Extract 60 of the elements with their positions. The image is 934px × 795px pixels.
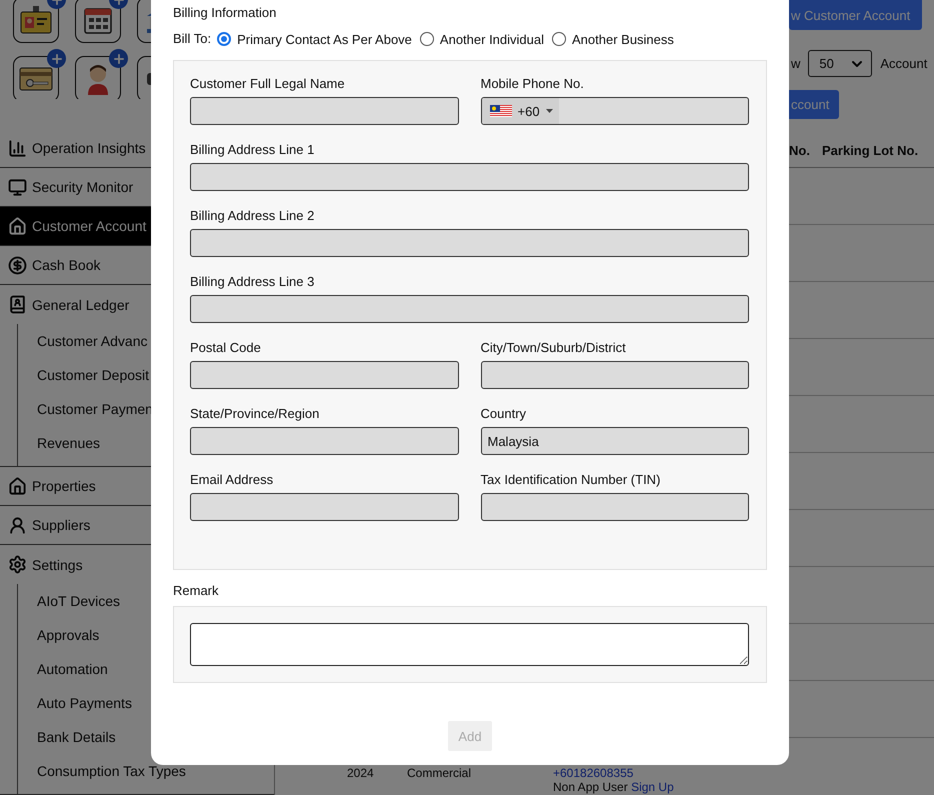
- page-size-select[interactable]: 50: [808, 50, 872, 77]
- input-field[interactable]: [190, 493, 458, 521]
- phone-link[interactable]: +60182608355: [553, 766, 934, 780]
- dial-code-select[interactable]: +60: [482, 98, 559, 124]
- settings-icon: [8, 555, 27, 574]
- input-field[interactable]: [190, 427, 458, 455]
- bill-to-label: Bill To:: [173, 30, 212, 48]
- house-icon: [8, 216, 27, 236]
- dollar-icon: [8, 256, 27, 274]
- ledger-book-icon: [8, 295, 27, 314]
- show-label: w: [791, 56, 800, 71]
- radio-icon[interactable]: [217, 32, 232, 46]
- radio-option[interactable]: Another Business: [552, 32, 674, 46]
- field-label: Tax Identification Number (TIN): [480, 471, 662, 489]
- column-header: Parking Lot No.: [822, 143, 920, 158]
- input-field[interactable]: [190, 97, 458, 125]
- page-size-suffix: Account: [880, 56, 928, 71]
- radio-icon[interactable]: [420, 32, 434, 46]
- input-field[interactable]: [480, 361, 749, 389]
- phone-field[interactable]: +60: [480, 97, 749, 125]
- shortcut-tile[interactable]: [13, 56, 59, 99]
- table-cell-text: Commercial: [407, 766, 472, 780]
- id-badge-icon: [20, 6, 52, 34]
- monitor-icon: [8, 178, 27, 196]
- caret-icon: [546, 109, 553, 113]
- sign-up-link[interactable]: Sign Up: [631, 780, 674, 794]
- key-card-icon: [19, 67, 53, 91]
- plus-icon: [47, 49, 66, 68]
- shortcut-tile[interactable]: [75, 56, 121, 99]
- field-label: City/Town/Suburb/District: [480, 339, 627, 357]
- remark-field[interactable]: [190, 623, 749, 666]
- flag-icon: [490, 105, 512, 117]
- input-field[interactable]: Malaysia: [480, 427, 749, 455]
- shortcut-tile[interactable]: [75, 0, 121, 43]
- radio-option[interactable]: Primary Contact As Per Above: [217, 32, 412, 46]
- field-label: Country: [480, 405, 528, 423]
- input-field[interactable]: [480, 493, 749, 521]
- bar-chart-icon: [8, 138, 27, 158]
- column-header: No.: [789, 143, 811, 158]
- field-label: Postal Code: [190, 339, 262, 357]
- person-icon: [8, 516, 27, 534]
- input-field[interactable]: [190, 361, 458, 389]
- input-field[interactable]: [190, 163, 749, 191]
- field-label: State/Province/Region: [190, 405, 320, 423]
- app-status: Non App User: [553, 780, 628, 794]
- plus-icon: [109, 49, 128, 68]
- field-label: Customer Full Legal Name: [190, 75, 346, 93]
- field-label: Email Address: [190, 471, 274, 489]
- house-icon: [8, 476, 27, 496]
- radio-icon[interactable]: [552, 32, 566, 46]
- shortcut-tile[interactable]: [13, 0, 59, 43]
- new-account-button[interactable]: w Customer Account: [789, 0, 922, 30]
- input-field[interactable]: [190, 295, 749, 323]
- section-title: Billing Information: [173, 4, 278, 22]
- table-cell-text: 2024: [347, 766, 375, 780]
- field-label: Mobile Phone No.: [480, 75, 585, 93]
- input-field[interactable]: [190, 229, 749, 257]
- account-button[interactable]: ccount: [789, 90, 840, 119]
- radio-option[interactable]: Another Individual: [420, 32, 544, 46]
- remark-label: Remark: [173, 582, 220, 600]
